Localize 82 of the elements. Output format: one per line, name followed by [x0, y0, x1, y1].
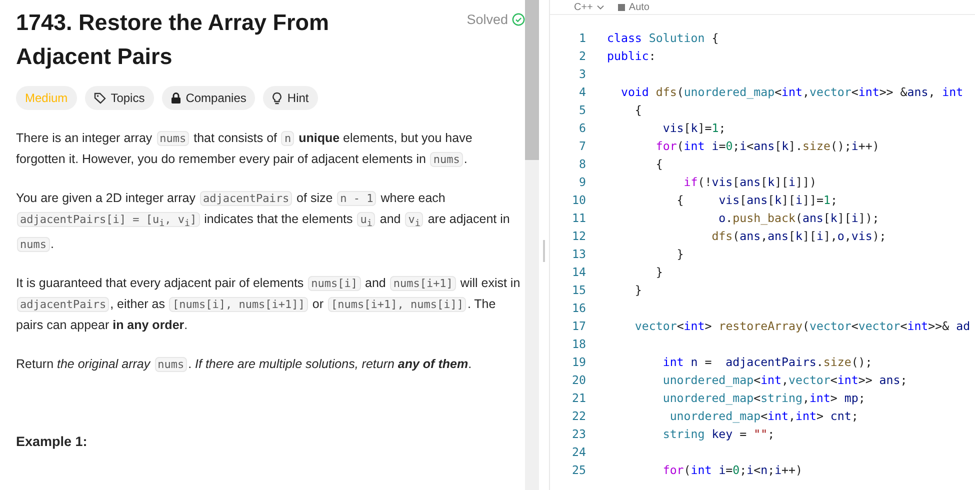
lock-icon — [170, 92, 181, 104]
code-line: class Solution { — [607, 31, 719, 45]
line-number: 23 — [571, 427, 586, 441]
line-number: 2 — [578, 49, 586, 63]
line-number: 14 — [571, 265, 586, 279]
example-heading: Example 1: — [16, 434, 88, 450]
line-number: 21 — [571, 391, 586, 405]
code-line: } — [676, 247, 684, 261]
inline-code: adjacentPairs — [17, 297, 110, 312]
inline-code: nums — [154, 357, 188, 372]
tag-icon — [94, 92, 106, 104]
code-line: { vis[ans[k][i]]=1; — [676, 193, 838, 207]
line-number: 8 — [578, 157, 586, 171]
scrollbar-thumb[interactable] — [525, 0, 539, 160]
code-line: unordered_map<string,int> mp; — [662, 391, 866, 405]
inline-code: nums — [430, 152, 463, 167]
code-line: int n = adjacentPairs.size(); — [662, 355, 872, 369]
inline-code: [nums[i], nums[i+1]] — [169, 297, 308, 312]
resize-handle[interactable] — [543, 240, 545, 262]
inline-code: adjacentPairs[i] = [u$_{i}$, v$_{i}$] — [17, 212, 200, 227]
code-line: if(!vis[ans[k][i]]) — [682, 175, 816, 189]
line-number: 4 — [578, 85, 586, 99]
mode-label: Auto — [628, 2, 650, 12]
line-number: 24 — [571, 445, 586, 459]
line-number: 6 — [578, 121, 586, 135]
description-paragraph: You are given a 2D integer array adjacentPairs of size n - 1 where each adjacentPairs[i] = [u$_{i}$, v$_{i}$] indicates that the elements u$_{i}$ and v$_{i}$ are adjacent in nums . — [16, 190, 511, 254]
line-number: 9 — [578, 175, 586, 189]
code-line: vis[k]=1; — [662, 121, 726, 135]
language-dropdown[interactable]: C++ — [574, 2, 604, 12]
chevron-down-icon — [596, 4, 604, 10]
hint-tag[interactable]: Hint — [263, 86, 318, 110]
code-line: } — [654, 265, 663, 279]
line-number: 18 — [571, 337, 586, 351]
code-line: o.push_back(ans[k][i]); — [718, 211, 880, 225]
inline-code: nums — [17, 237, 50, 252]
line-number: 11 — [571, 211, 586, 225]
check-circle-icon — [512, 13, 525, 26]
line-number: 7 — [578, 139, 586, 153]
inline-code: adjacentPairs — [200, 191, 292, 206]
line-number: 12 — [571, 229, 586, 243]
line-number: 5 — [578, 103, 586, 117]
code-line: dfs(ans,ans[k][i],o,vis); — [710, 229, 886, 243]
inline-code: n — [281, 131, 294, 146]
inline-code: nums[i+1] — [390, 276, 456, 292]
code-line: for(int i=0;i<ans[k].size();i++) — [654, 139, 880, 153]
code-line: { — [634, 103, 642, 117]
code-line: void dfs(unordered_map<int,vector<int>> &ans, int — [620, 85, 964, 99]
difficulty-badge: Medium — [16, 86, 77, 110]
code-line: unordered_map<int,vector<int>> ans; — [662, 373, 908, 387]
code-line: public: — [607, 49, 656, 63]
line-number: 10 — [571, 193, 586, 207]
code-line: for(int i=0;i<n;i++) — [662, 463, 802, 477]
topics-tag[interactable]: Topics — [84, 86, 154, 110]
code-line: vector<int> restoreArray(vector<vector<int>>& ad — [634, 319, 970, 333]
description-paragraph: It is guaranteed that every adjacent pair of elements nums[i] and nums[i+1] will exist in adjacentPairs , either as [nums[i], nums[i+1]] or [nums[i+1], nums[i]] . The pairs can appear in any order. — [16, 275, 522, 334]
line-number: 20 — [571, 373, 586, 387]
inline-code: v$_{i}$ — [405, 212, 424, 227]
description-paragraph: There is an integer array nums that consists of n unique elements, but you have forgotten it. However, you do remember every pair of adjacent elements in nums . — [16, 130, 474, 169]
line-number: 1 — [578, 31, 586, 45]
line-number: 3 — [578, 67, 586, 81]
line-number: 22 — [571, 409, 586, 423]
solved-status: Solved — [466, 12, 508, 27]
line-number: 16 — [571, 301, 586, 315]
line-number: 13 — [571, 247, 586, 261]
code-line: } — [634, 283, 642, 297]
code-line: unordered_map<int,int> cnt; — [668, 409, 858, 423]
line-number: 25 — [571, 463, 586, 477]
companies-tag[interactable]: Companies — [162, 86, 256, 110]
code-line: string key = ""; — [662, 427, 775, 441]
inline-code: u$_{i}$ — [357, 212, 376, 227]
line-number: 19 — [571, 355, 586, 369]
square-icon — [618, 4, 625, 10]
inline-code: n - 1 — [337, 191, 376, 206]
line-number: 15 — [571, 283, 586, 297]
lightbulb-icon — [272, 92, 282, 104]
problem-title: 1743. Restore the Array From Adjacent Pairs — [16, 9, 330, 71]
code-line: { — [654, 157, 663, 171]
description-paragraph: Return the original array nums . If there are multiple solutions, return any of them. — [16, 356, 473, 374]
inline-code: nums — [156, 131, 190, 146]
inline-code: nums[i] — [308, 276, 361, 292]
inline-code: [nums[i+1], nums[i]] — [328, 297, 466, 312]
line-number: 17 — [571, 319, 586, 333]
